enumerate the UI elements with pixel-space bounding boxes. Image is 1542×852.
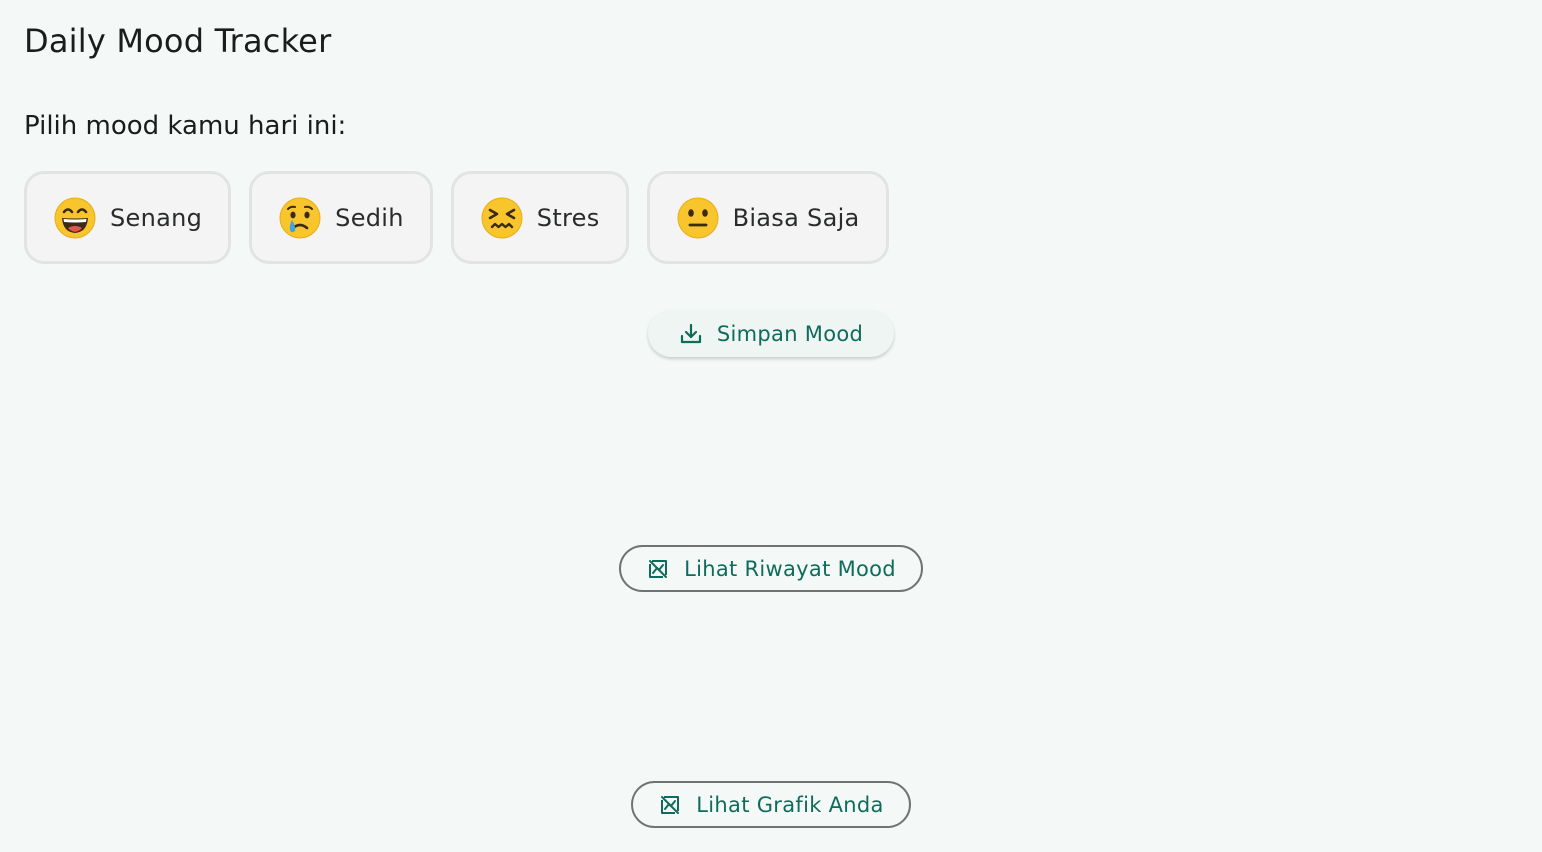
grinning-face-icon (54, 197, 96, 238)
view-chart-button[interactable]: Lihat Grafik Anda (631, 781, 911, 828)
crying-face-icon (279, 197, 321, 238)
mood-label: Biasa Saja (732, 203, 860, 232)
view-chart-label: Lihat Grafik Anda (696, 792, 884, 817)
neutral-face-icon (677, 197, 719, 238)
page-title: Daily Mood Tracker (24, 22, 332, 60)
mood-label: Stres (536, 203, 600, 232)
download-icon (680, 323, 701, 343)
save-mood-label: Simpan Mood (716, 321, 864, 346)
view-history-button[interactable]: Lihat Riwayat Mood (619, 545, 923, 592)
confounded-face-icon (481, 197, 523, 238)
chart-off-icon (649, 559, 668, 578)
mood-label: Sedih (335, 203, 404, 232)
view-history-label: Lihat Riwayat Mood (684, 556, 896, 581)
mood-chip-stres[interactable]: Stres (450, 171, 629, 264)
app-root: Daily Mood Tracker Pilih mood kamu hari … (0, 0, 1542, 852)
mood-label: Senang (110, 203, 203, 232)
mood-options: Senang Sedih Stres Biasa Saja (24, 171, 889, 264)
chart-off-icon (661, 795, 680, 814)
mood-chip-biasa-saja[interactable]: Biasa Saja (646, 171, 889, 264)
save-mood-button[interactable]: Simpan Mood (648, 310, 894, 357)
mood-prompt: Pilih mood kamu hari ini: (24, 111, 347, 141)
mood-chip-senang[interactable]: Senang (24, 171, 232, 264)
mood-chip-sedih[interactable]: Sedih (249, 171, 433, 264)
